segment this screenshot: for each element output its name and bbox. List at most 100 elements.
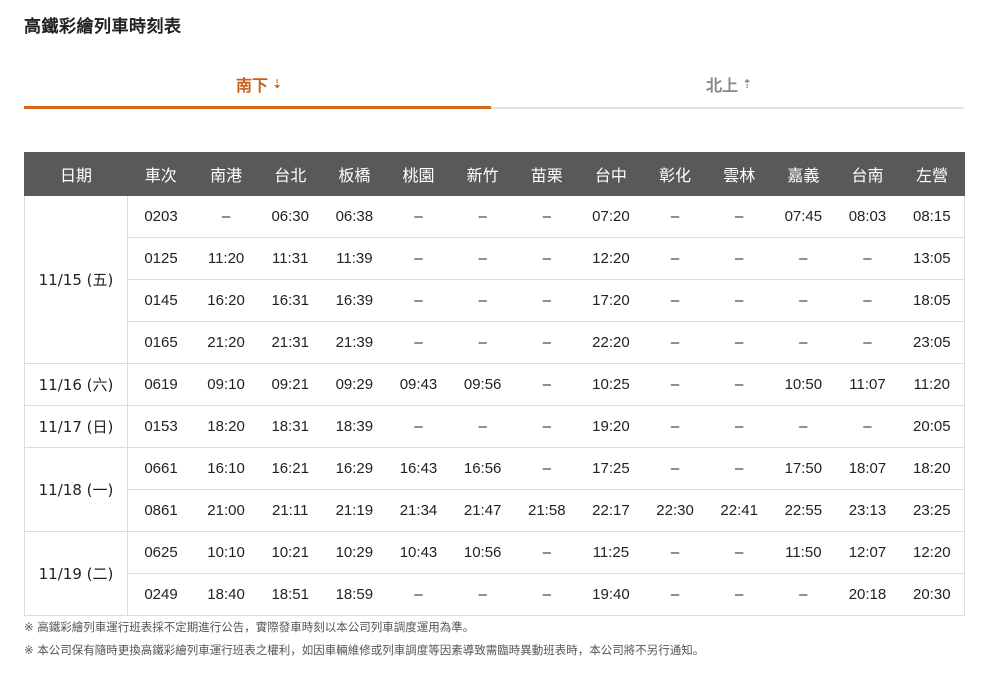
time-cell: –: [771, 279, 836, 322]
time-cell: –: [835, 321, 900, 364]
column-header: 彰化: [642, 152, 708, 196]
time-cell: –: [450, 195, 515, 238]
time-cell: 07:20: [578, 195, 643, 238]
column-header: 雲林: [706, 152, 772, 196]
note-2: ※ 本公司保有隨時更換高鐵彩繪列車運行班表之權利，如因車輛維修或列車調度等因素導…: [24, 643, 705, 657]
column-header: 台南: [834, 152, 901, 196]
tab-northbound-label: 北上: [705, 76, 738, 95]
time-cell: 18:31: [258, 405, 323, 448]
time-cell: –: [194, 195, 259, 238]
arrow-up-icon: ⇡: [741, 77, 753, 91]
time-cell: 16:39: [322, 279, 387, 322]
time-cell: –: [642, 531, 708, 574]
time-cell: 11:39: [322, 237, 387, 280]
time-cell: 21:39: [322, 321, 387, 364]
time-cell: 23:13: [835, 489, 900, 532]
time-cell: 22:55: [771, 489, 836, 532]
time-cell: –: [514, 279, 579, 322]
notes: ※ 高鐵彩繪列車運行班表採不定期進行公告，實際發車時刻以本公司列車調度運用為準。…: [24, 616, 704, 662]
time-cell: –: [771, 573, 836, 616]
time-cell: 22:17: [578, 489, 643, 532]
time-cell: 22:20: [578, 321, 643, 364]
time-cell: 18:40: [194, 573, 259, 616]
time-cell: –: [514, 405, 579, 448]
time-cell: 21:58: [514, 489, 579, 532]
train-number-cell: 0165: [127, 321, 194, 364]
time-cell: 12:07: [835, 531, 900, 574]
time-cell: 18:07: [835, 447, 900, 490]
column-header: 台中: [578, 152, 644, 196]
time-cell: –: [707, 363, 772, 406]
date-cell: 11/15 (五): [24, 195, 128, 364]
time-cell: –: [642, 195, 708, 238]
time-cell: 20:18: [835, 573, 900, 616]
time-cell: 13:05: [899, 237, 965, 280]
date-cell: 11/19 (二): [24, 531, 128, 616]
time-cell: 16:31: [258, 279, 323, 322]
time-cell: 18:51: [258, 573, 323, 616]
time-cell: –: [450, 573, 515, 616]
table-row: 0249 18:40 18:51 18:59– – –19:40– – –20:18 20:30: [25, 573, 965, 616]
column-header: 桃園: [385, 152, 452, 196]
train-number-cell: 0661: [127, 447, 194, 490]
column-header: 車次: [127, 152, 195, 196]
time-cell: 18:59: [322, 573, 387, 616]
time-cell: 17:25: [578, 447, 643, 490]
time-cell: 10:56: [450, 531, 515, 574]
time-cell: 11:31: [258, 237, 323, 280]
time-cell: 16:10: [194, 447, 259, 490]
time-cell: –: [450, 321, 515, 364]
time-cell: –: [386, 321, 451, 364]
time-cell: –: [642, 321, 708, 364]
time-cell: 16:56: [450, 447, 515, 490]
time-cell: 23:25: [899, 489, 965, 532]
time-cell: –: [835, 237, 900, 280]
time-cell: 21:20: [194, 321, 259, 364]
time-cell: –: [642, 237, 708, 280]
time-cell: 19:20: [578, 405, 643, 448]
time-cell: –: [386, 195, 451, 238]
table-row: 11/19 (二) 0625 10:10 10:21 10:29 10:43 10:56–1…: [24, 531, 965, 616]
time-cell: –: [771, 321, 836, 364]
time-cell: –: [514, 237, 579, 280]
tab-active-indicator: [24, 106, 491, 109]
column-header: 嘉義: [770, 152, 836, 196]
train-number-cell: 0203: [127, 195, 194, 238]
page-title: 高鐵彩繪列車時刻表: [24, 17, 182, 37]
time-cell: –: [707, 573, 772, 616]
column-header: 南港: [193, 152, 259, 196]
time-cell: 12:20: [578, 237, 643, 280]
time-cell: 18:20: [899, 447, 965, 490]
time-cell: –: [707, 195, 772, 238]
train-number-cell: 0145: [127, 279, 194, 322]
table-row: 0125 11:20 11:31 11:39– – –12:20– – – –13:05: [25, 237, 965, 280]
time-cell: 08:15: [899, 195, 965, 238]
table-row: 0861 21:00 21:11 21:19 21:34 21:47 21:58 22:17 2…: [25, 489, 965, 532]
time-cell: –: [707, 279, 772, 322]
time-cell: 09:43: [386, 363, 451, 406]
direction-tabs: 南下 ⇣ 北上 ⇡: [24, 60, 964, 110]
time-cell: –: [514, 531, 579, 574]
tab-northbound[interactable]: 北上 ⇡: [494, 60, 964, 108]
time-cell: –: [386, 405, 451, 448]
time-cell: 07:45: [771, 195, 836, 238]
time-cell: 21:34: [386, 489, 451, 532]
time-cell: –: [707, 237, 772, 280]
time-cell: 11:25: [578, 531, 643, 574]
tab-southbound[interactable]: 南下 ⇣: [24, 60, 494, 108]
time-cell: 19:40: [578, 573, 643, 616]
column-header: 台北: [257, 152, 323, 196]
table-row: 11/18 (一) 0661 16:10 16:21 16:29 16:43 16:56–1…: [24, 447, 965, 532]
time-cell: 09:21: [258, 363, 323, 406]
time-cell: –: [642, 279, 708, 322]
time-cell: 11:20: [194, 237, 259, 280]
train-number-cell: 0625: [127, 531, 194, 574]
time-cell: 22:30: [642, 489, 708, 532]
time-cell: –: [514, 573, 579, 616]
time-cell: –: [707, 531, 772, 574]
time-cell: –: [642, 405, 708, 448]
table-row: 11/17 (日) 0153 18:20 18:31 18:39– – –19:20– – – –…: [24, 405, 965, 448]
time-cell: 21:31: [258, 321, 323, 364]
time-cell: –: [835, 405, 900, 448]
arrow-down-icon: ⇣: [271, 77, 283, 91]
